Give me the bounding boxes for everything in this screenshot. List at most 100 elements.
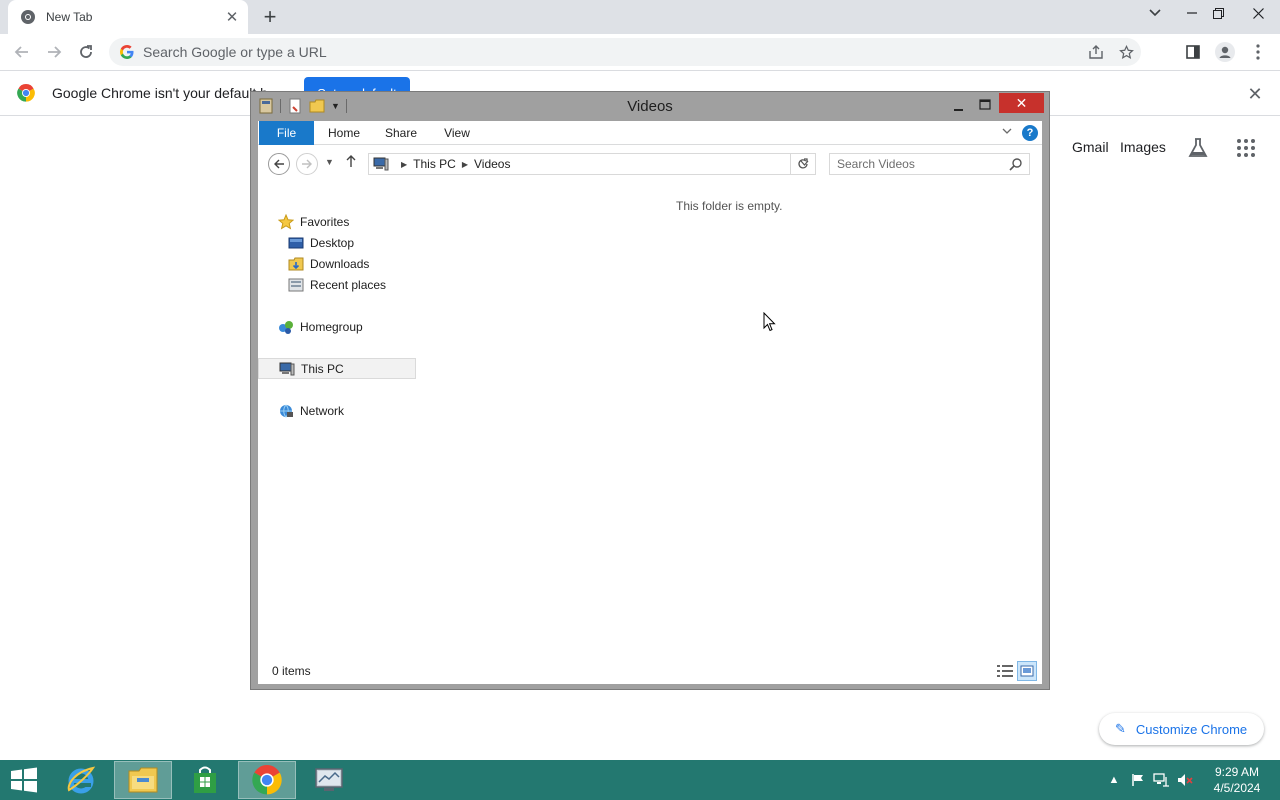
- search-videos-box[interactable]: [829, 153, 1030, 175]
- this-pc-icon: [373, 157, 389, 171]
- taskbar-clock[interactable]: 9:29 AM 4/5/2024: [1204, 764, 1270, 796]
- taskbar-internet-explorer[interactable]: [52, 761, 110, 799]
- status-bar: 0 items: [258, 659, 1042, 684]
- volume-muted-icon[interactable]: [1177, 772, 1193, 788]
- nav-network-label: Network: [300, 403, 345, 418]
- downloads-folder-icon: [288, 257, 304, 270]
- side-panel-icon[interactable]: [1180, 40, 1206, 64]
- nav-homegroup[interactable]: Homegroup: [258, 316, 416, 337]
- explorer-forward-icon[interactable]: [296, 153, 318, 175]
- explorer-close-button[interactable]: ✕: [999, 93, 1044, 113]
- details-view-icon[interactable]: [996, 663, 1014, 679]
- homegroup-icon: [279, 320, 293, 334]
- labs-flask-icon[interactable]: [1186, 136, 1210, 160]
- tab-share[interactable]: Share: [380, 121, 422, 145]
- explorer-back-icon[interactable]: [268, 153, 290, 175]
- breadcrumb-this-pc[interactable]: This PC: [413, 157, 456, 171]
- nav-favorites-label: Favorites: [300, 214, 350, 229]
- google-chrome-icon: [252, 765, 282, 795]
- ribbon-expand-chevron-icon[interactable]: [1002, 126, 1016, 140]
- action-center-flag-icon[interactable]: [1130, 772, 1146, 788]
- forward-arrow-icon[interactable]: [41, 40, 67, 64]
- taskbar-store[interactable]: [176, 761, 234, 799]
- this-pc-nav-icon: [279, 362, 295, 375]
- help-icon[interactable]: ?: [1022, 125, 1038, 141]
- tab-home[interactable]: Home: [322, 121, 366, 145]
- ribbon-tabs: File Home Share View ?: [258, 121, 1042, 145]
- nav-desktop[interactable]: Desktop: [258, 232, 416, 253]
- chrome-restore-button[interactable]: [1203, 0, 1233, 26]
- store-bag-icon: [194, 766, 216, 793]
- customize-chrome-label: Customize Chrome: [1135, 721, 1248, 737]
- chrome-toolbar: Search Google or type a URL: [0, 34, 1280, 70]
- explorer-maximize-button[interactable]: [977, 94, 993, 112]
- omnibox-placeholder: Search Google or type a URL: [143, 44, 327, 60]
- clock-time: 9:29 AM: [1214, 765, 1260, 779]
- nav-downloads[interactable]: Downloads: [258, 253, 416, 274]
- explorer-minimize-button[interactable]: [951, 94, 967, 112]
- mouse-pointer-icon: [763, 312, 776, 332]
- infobar-close-icon[interactable]: ✕: [1244, 83, 1266, 105]
- taskbar-google-chrome[interactable]: [238, 761, 296, 799]
- file-explorer-icon: [128, 767, 158, 793]
- back-arrow-icon[interactable]: [9, 40, 35, 64]
- taskbar-remote-desktop[interactable]: [300, 761, 358, 799]
- nav-this-pc[interactable]: This PC: [258, 358, 416, 379]
- nav-homegroup-label: Homegroup: [300, 319, 363, 334]
- tab-search-chevron-icon[interactable]: [1140, 0, 1170, 26]
- search-icon[interactable]: [1009, 157, 1023, 171]
- recent-locations-dropdown-icon[interactable]: ▼: [325, 157, 334, 167]
- file-explorer-window: ▼ Videos ✕ File Home Share View ? ▼ ▶ Th…: [250, 91, 1050, 690]
- images-link[interactable]: Images: [1120, 139, 1166, 155]
- omnibox[interactable]: Search Google or type a URL: [109, 38, 1141, 66]
- nav-this-pc-label: This PC: [301, 361, 344, 376]
- recent-places-icon: [288, 278, 304, 291]
- favorites-star-icon: [278, 213, 294, 230]
- reload-icon[interactable]: [73, 40, 99, 64]
- address-bar[interactable]: ▶ This PC ▶ Videos: [368, 153, 816, 175]
- clock-date: 4/5/2024: [1213, 781, 1261, 795]
- tab-new-tab[interactable]: New Tab ✕: [8, 0, 248, 34]
- address-row: ▼ ▶ This PC ▶ Videos: [258, 145, 1042, 181]
- large-icons-view-icon[interactable]: [1017, 661, 1037, 681]
- tab-title: New Tab: [46, 10, 93, 24]
- chrome-favicon-icon: [21, 10, 35, 24]
- nav-downloads-label: Downloads: [310, 256, 370, 271]
- pencil-icon: ✎: [1115, 721, 1126, 736]
- refresh-icon[interactable]: [790, 153, 816, 175]
- nav-recent-places-label: Recent places: [310, 277, 387, 292]
- network-icon: [280, 404, 293, 418]
- new-tab-button[interactable]: +: [258, 4, 282, 29]
- tab-file[interactable]: File: [259, 121, 314, 145]
- gmail-link[interactable]: Gmail: [1072, 139, 1109, 155]
- share-icon[interactable]: [1081, 40, 1111, 64]
- nav-favorites[interactable]: Favorites: [258, 211, 416, 232]
- windows-taskbar: ▲ 9:29 AM 4/5/2024: [0, 760, 1280, 800]
- explorer-window-title: Videos: [627, 98, 673, 115]
- up-one-level-icon[interactable]: [345, 154, 357, 171]
- breadcrumb-videos[interactable]: Videos: [474, 157, 510, 171]
- bookmark-star-icon[interactable]: [1111, 40, 1141, 64]
- google-g-icon: [120, 45, 134, 59]
- chrome-logo-icon: [17, 84, 35, 102]
- google-apps-grid-icon[interactable]: [1234, 136, 1258, 160]
- chrome-tabstrip: New Tab ✕ +: [0, 0, 1280, 34]
- network-status-icon[interactable]: [1153, 772, 1169, 788]
- file-list-pane[interactable]: This folder is empty.: [418, 181, 1042, 659]
- profile-avatar-icon[interactable]: [1212, 40, 1238, 64]
- show-hidden-icons-icon[interactable]: ▲: [1106, 772, 1122, 788]
- nav-network[interactable]: Network: [258, 400, 416, 421]
- nav-recent-places[interactable]: Recent places: [258, 274, 416, 295]
- taskbar-file-explorer[interactable]: [114, 761, 172, 799]
- navigation-pane: Favorites Desktop Downloads Recent place…: [258, 181, 418, 659]
- tab-close-icon[interactable]: ✕: [222, 7, 242, 27]
- empty-folder-message: This folder is empty.: [676, 199, 783, 213]
- customize-chrome-button[interactable]: ✎ Customize Chrome: [1099, 713, 1264, 745]
- chrome-close-button[interactable]: [1237, 0, 1280, 26]
- tab-view[interactable]: View: [438, 121, 476, 145]
- explorer-titlebar[interactable]: ▼ Videos ✕: [251, 92, 1049, 121]
- chrome-menu-icon[interactable]: [1245, 40, 1271, 64]
- search-videos-input[interactable]: [837, 157, 997, 171]
- start-windows-icon[interactable]: [8, 766, 40, 794]
- nav-desktop-label: Desktop: [310, 235, 355, 250]
